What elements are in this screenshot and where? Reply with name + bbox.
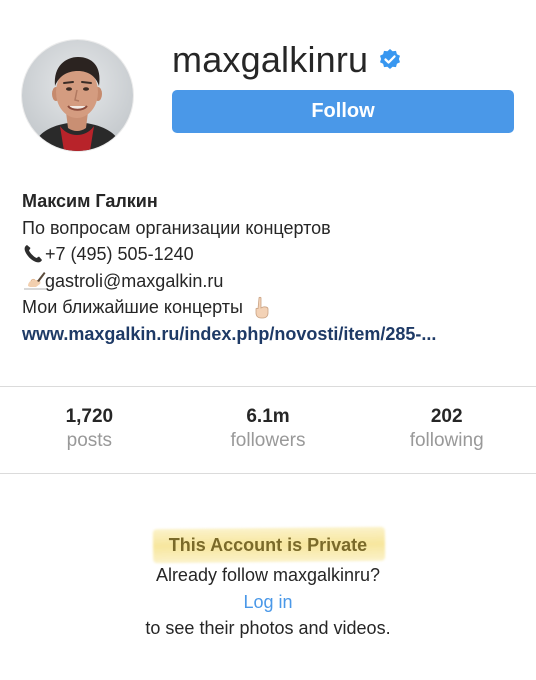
private-account-notice: This Account is Private Already follow m… xyxy=(0,526,536,642)
stat-following[interactable]: 202 following xyxy=(357,387,536,473)
bio-line: По вопросам организации концертов xyxy=(22,217,331,238)
pointing-down-icon xyxy=(251,296,273,319)
profile-header: maxgalkinru Follow xyxy=(0,0,536,170)
bio-concerts-line: Мои ближайшие концерты xyxy=(22,294,522,321)
stats-bar: 1,720 posts 6.1m followers 202 following xyxy=(0,387,536,473)
avatar-image xyxy=(22,40,133,151)
stat-value: 202 xyxy=(430,406,463,427)
verified-badge-icon xyxy=(378,48,402,72)
bio-concerts: Мои ближайшие концерты xyxy=(22,297,243,317)
stat-value: 1,720 xyxy=(65,406,114,427)
divider-bottom xyxy=(0,473,536,474)
writing-hand-icon xyxy=(22,270,46,292)
username-row: maxgalkinru xyxy=(172,38,402,82)
bio-phone-line: +7 (495) 505-1240 xyxy=(22,241,522,268)
bio-full-name: Максим Галкин xyxy=(22,191,158,211)
bio-email-line: gastroli@maxgalkin.ru xyxy=(22,268,522,295)
bio-link-line: www.maxgalkin.ru/index.php/novosti/item/… xyxy=(22,321,522,348)
avatar[interactable] xyxy=(22,40,133,151)
bio-phone[interactable]: +7 (495) 505-1240 xyxy=(45,241,194,268)
bio-website-link[interactable]: www.maxgalkin.ru/index.php/novosti/item/… xyxy=(22,321,436,348)
telephone-icon xyxy=(22,243,44,265)
stat-followers[interactable]: 6.1m followers xyxy=(179,387,358,473)
private-title-wrap: This Account is Private xyxy=(152,526,386,564)
stat-label: following xyxy=(409,430,484,451)
private-title: This Account is Private xyxy=(168,535,368,555)
bio: Максим Галкин По вопросам организации ко… xyxy=(22,188,522,347)
username: maxgalkinru xyxy=(172,39,369,80)
stat-posts[interactable]: 1,720 posts xyxy=(0,387,179,473)
bio-email[interactable]: gastroli@maxgalkin.ru xyxy=(45,268,223,295)
login-link[interactable]: Log in xyxy=(243,589,292,615)
stat-label: followers xyxy=(230,430,306,451)
see-photos-text: to see their photos and videos. xyxy=(145,618,391,638)
stat-value: 6.1m xyxy=(246,406,290,427)
stat-label: posts xyxy=(66,430,113,451)
already-follow-text: Already follow maxgalkinru? xyxy=(155,565,381,585)
follow-button[interactable]: Follow xyxy=(172,90,514,133)
